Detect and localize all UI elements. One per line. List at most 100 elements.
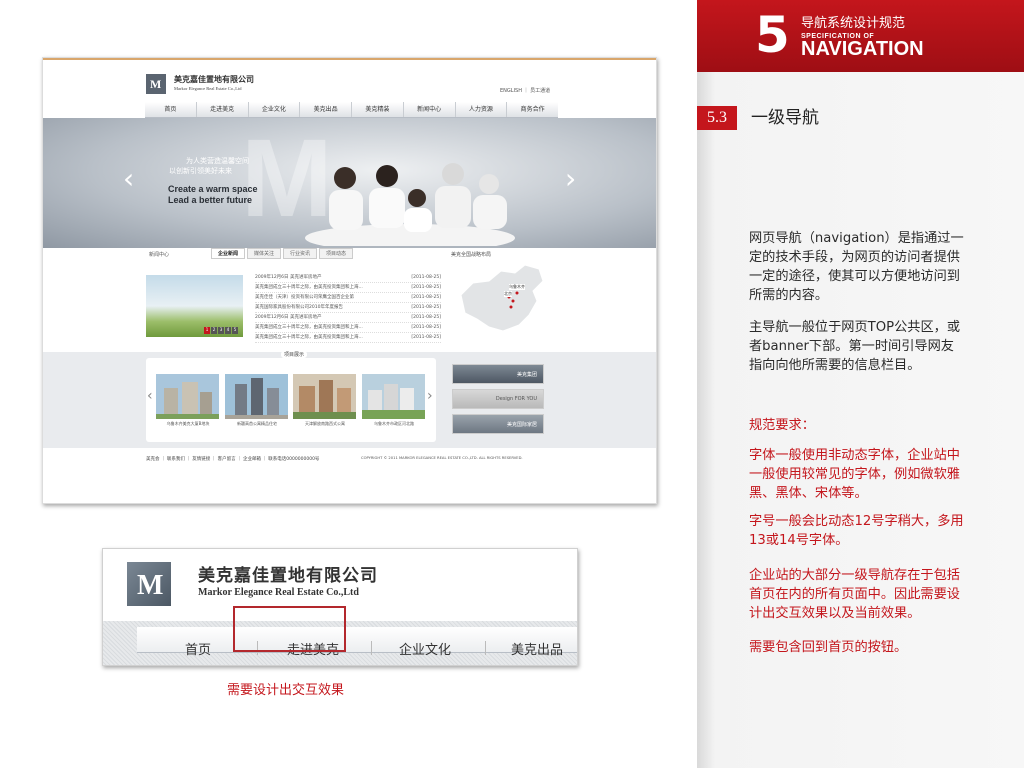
nav-item-business[interactable]: 商务合作	[507, 102, 558, 117]
language-links[interactable]: ENGLISH ｜ 员工通道	[500, 87, 550, 94]
section-number: 5.3	[697, 106, 737, 130]
intro-paragraph: 网页导航（navigation）是指通过一定的技术手段，为网页的访问者提供一定的…	[749, 231, 964, 303]
zoom-nav-products[interactable]: 美克出品	[511, 639, 563, 658]
banner-next-arrow[interactable]: ›	[565, 164, 576, 194]
news-title: 美克国际家具股份有限公司2010年年度报告	[255, 305, 343, 310]
position-paragraph: 主导航一般位于网页TOP公共区，或者banner下部。第一时间引导网友指向向他所…	[749, 320, 961, 373]
news-list: 2009年12月6日 美克进军房地产 [2011-08-25] 美克集团成立三十周…	[255, 273, 441, 343]
map-label-urumqi: 乌鲁木齐	[509, 284, 525, 290]
pager-5[interactable]: 5	[232, 327, 238, 334]
chapter-title-cn: 导航系统设计规范	[801, 16, 906, 31]
zoom-logo-letter: M	[137, 570, 164, 601]
top-accent-bar	[43, 58, 656, 60]
project-caption-3: 天津解放南路西式公寓	[305, 421, 345, 426]
nav-item-hr[interactable]: 人力资源	[456, 102, 508, 117]
side-banner-group[interactable]: 美克集团	[452, 364, 544, 384]
photo-pager: 1 2 3 4 5	[204, 327, 238, 334]
project-caption-1: 乌鲁木齐美克大厦B地块	[166, 421, 210, 426]
project-thumb-4[interactable]	[362, 374, 425, 419]
china-map[interactable]	[453, 261, 549, 341]
side-banner-home[interactable]: 美克国际家居	[452, 414, 544, 434]
zoom-company-name-en: Markor Elegance Real Estate Co.,Ltd	[198, 587, 359, 598]
nav-item-news[interactable]: 新闻中心	[404, 102, 456, 117]
news-row[interactable]: 美克佳佳（天津）投资有限公司荣膺全国百企业第 [2011-08-25]	[255, 293, 441, 303]
site-name-cn: 美克嘉佳置地有限公司	[174, 75, 254, 84]
news-date: [2011-08-25]	[411, 325, 441, 330]
news-date: [2011-08-25]	[411, 295, 441, 300]
news-title: 2009年12月6日 美克进军房地产	[255, 315, 322, 320]
footer-copyright: COPYRIGHT © 2011 MARKOR ELEGANCE REAL ES…	[361, 456, 523, 460]
news-row[interactable]: 美克集团成立三十周年之际，由美克投资集团和上海... [2011-08-25]	[255, 283, 441, 293]
news-title: 美克集团成立三十周年之际，由美克投资集团和上海...	[255, 325, 363, 330]
pager-3[interactable]: 3	[218, 327, 224, 334]
logo-letter: M	[150, 77, 162, 91]
zoom-nav-strip: 首页 走进美克 企业文化 美克出品	[137, 627, 577, 658]
highlight-caption: 需要设计出交互效果	[227, 683, 345, 698]
zoom-logo[interactable]: M	[127, 562, 171, 606]
project-caption-4: 乌鲁木齐市政区河北路	[374, 421, 414, 426]
news-center-label: 新闻中心	[149, 252, 170, 258]
nav-item-products[interactable]: 美克出品	[300, 102, 352, 117]
news-row[interactable]: 2009年12月6日 美克进军房地产 [2011-08-25]	[255, 273, 441, 283]
nav-item-home[interactable]: 首页	[145, 102, 197, 117]
news-row[interactable]: 美克集团成立三十周年之际，由美克投资集团和上海... [2011-08-25]	[255, 323, 441, 333]
news-photo[interactable]: 1 2 3 4 5	[146, 275, 243, 337]
tab-industry[interactable]: 行业资讯	[283, 248, 318, 259]
family-photo	[305, 163, 515, 246]
side-banner-design[interactable]: Design FOR YOU	[452, 389, 544, 409]
chapter-number: 5	[755, 6, 790, 64]
nav-item-about[interactable]: 走进美克	[197, 102, 249, 117]
site-main-nav: 首页 走进美克 企业文化 美克出品 美克精装 新闻中心 人力资源 商务合作	[145, 102, 558, 118]
projects-next-arrow[interactable]: ›	[427, 388, 433, 404]
project-thumb-2[interactable]	[225, 374, 288, 419]
side-banner-home-label: 美克国际家居	[506, 422, 537, 428]
project-thumb-3[interactable]	[293, 374, 356, 419]
tab-media[interactable]: 媒体关注	[247, 248, 282, 259]
side-banner-group-label: 美克集团	[516, 372, 537, 378]
nav-item-decoration[interactable]: 美克精装	[352, 102, 404, 117]
zoom-nav-culture[interactable]: 企业文化	[399, 639, 451, 658]
projects-title: 项目展示	[281, 351, 308, 358]
header-band: 5 导航系统设计规范 SPECIFICATION OF NAVIGATION	[697, 0, 1024, 72]
banner-slogan-en-2: Lead a better future	[168, 195, 253, 205]
requirement-size: 字号一般会比动态12号字稍大，多用13或14号字体。	[749, 514, 964, 548]
banner-prev-arrow[interactable]: ‹	[123, 164, 134, 194]
news-title: 美克佳佳（天津）投资有限公司荣膺全国百企业第	[255, 295, 354, 300]
banner-slogan-en-1: Create a warm space	[168, 184, 258, 194]
tab-company-news[interactable]: 企业新闻	[211, 248, 246, 259]
news-row[interactable]: 美克国际家具股份有限公司2010年年度报告 [2011-08-25]	[255, 303, 441, 313]
zoom-company-name-cn: 美克嘉佳置地有限公司	[198, 566, 378, 586]
footer-links[interactable]: 美克会 ｜ 联系我们 ｜ 友情链接 ｜ 客户留言 ｜ 企业邮箱 ｜ 联系电话00…	[146, 456, 319, 462]
nav-divider	[371, 641, 372, 655]
zoom-nav-home[interactable]: 首页	[185, 639, 211, 658]
news-tabs: 企业新闻 媒体关注 行业资讯 项目动态	[211, 248, 355, 259]
highlight-box	[233, 606, 346, 652]
section-title: 一级导航	[751, 108, 819, 128]
news-date: [2011-08-25]	[411, 275, 441, 280]
pager-2[interactable]: 2	[211, 327, 217, 334]
pager-4[interactable]: 4	[225, 327, 231, 334]
nav-divider	[485, 641, 486, 655]
project-thumb-1[interactable]	[156, 374, 219, 419]
site-name-en: Markor Elegance Real Estate Co.,Ltd	[174, 86, 242, 91]
news-title: 美克集团成立三十周年之际，由美克投资集团和上海...	[255, 335, 363, 340]
requirement-interaction: 企业站的大部分一级导航存在于包括首页在内的所有页面中。因此需要设计出交互效果以及…	[749, 568, 960, 621]
map-label-beijing: 北京	[504, 291, 512, 297]
news-row[interactable]: 美克集团成立三十周年之际，由美克投资集团和上海... [2011-08-25]	[255, 333, 441, 343]
website-screenshot: M 美克嘉佳置地有限公司 Markor Elegance Real Estate…	[42, 57, 657, 504]
news-row[interactable]: 2009年12月6日 美克进军房地产 [2011-08-25]	[255, 313, 441, 323]
nav-item-culture[interactable]: 企业文化	[249, 102, 301, 117]
requirements-title: 规范要求：	[749, 418, 815, 433]
site-logo[interactable]: M	[146, 74, 166, 94]
tab-projects[interactable]: 项目动态	[319, 248, 354, 259]
hero-banner: M ‹ › 为人类营造温馨空间 以创新引领美好未来 Create a warm …	[43, 118, 656, 248]
news-title: 美克集团成立三十周年之际，由美克投资集团和上海...	[255, 285, 363, 290]
requirement-home: 需要包含回到首页的按钮。	[749, 640, 908, 655]
pager-1[interactable]: 1	[204, 327, 210, 334]
requirement-font: 字体一般使用非动态字体，企业站中一般使用较常见的字体，例如微软雅黑、黑体、宋体等…	[749, 448, 960, 501]
map-title: 美克全国战略布局	[451, 252, 492, 258]
news-date: [2011-08-25]	[411, 305, 441, 310]
projects-prev-arrow[interactable]: ‹	[147, 388, 153, 404]
banner-slogan-2: 以创新引领美好未来	[169, 167, 232, 175]
news-date: [2011-08-25]	[411, 335, 441, 340]
